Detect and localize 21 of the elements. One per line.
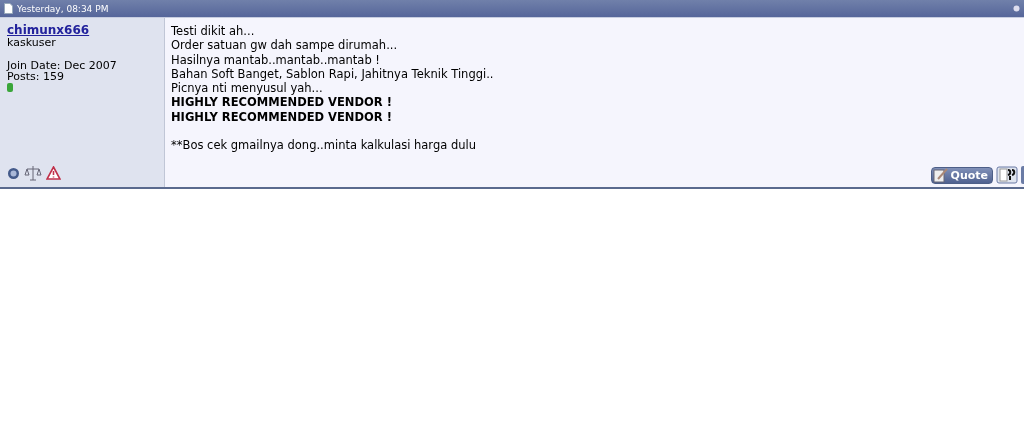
post-date: Yesterday, 08:34 PM xyxy=(17,3,110,14)
message-line: Hasilnya mantab..mantab..mantab ! xyxy=(171,52,380,67)
message-line: Picnya nti menyusul yah... xyxy=(171,81,323,96)
message-line: Bahan Soft Banget, Sablon Rapi, Jahitnya Teknik Tinggi.. xyxy=(171,66,494,81)
post-link-icon[interactable] xyxy=(1013,5,1020,12)
message-line: Order satuan gw dah sampe dirumah... xyxy=(171,38,398,53)
post-count: Posts: 159 xyxy=(7,71,65,82)
quote-button[interactable]: Quote xyxy=(930,166,993,184)
reputation-icon[interactable] xyxy=(24,165,42,181)
message-line: HIGHLY RECOMMENDED VENDOR ! xyxy=(171,109,392,124)
pencil-icon xyxy=(932,167,949,183)
offline-icon[interactable] xyxy=(7,166,20,180)
warning-icon[interactable] xyxy=(46,166,61,180)
message-line: Testi dikit ah... xyxy=(171,24,255,38)
message-line: **Bos cek gmailnya dong..minta kalkulasi harga dulu xyxy=(171,138,476,153)
message-line: HIGHLY RECOMMENDED VENDOR ! xyxy=(171,95,392,110)
user-title: kaskuser xyxy=(7,37,57,48)
document-icon xyxy=(4,3,13,14)
join-date: Join Date: Dec 2007 xyxy=(7,60,118,71)
multi-quote-icon[interactable] xyxy=(996,166,1018,185)
username-link[interactable]: chimunx666 xyxy=(7,24,164,37)
